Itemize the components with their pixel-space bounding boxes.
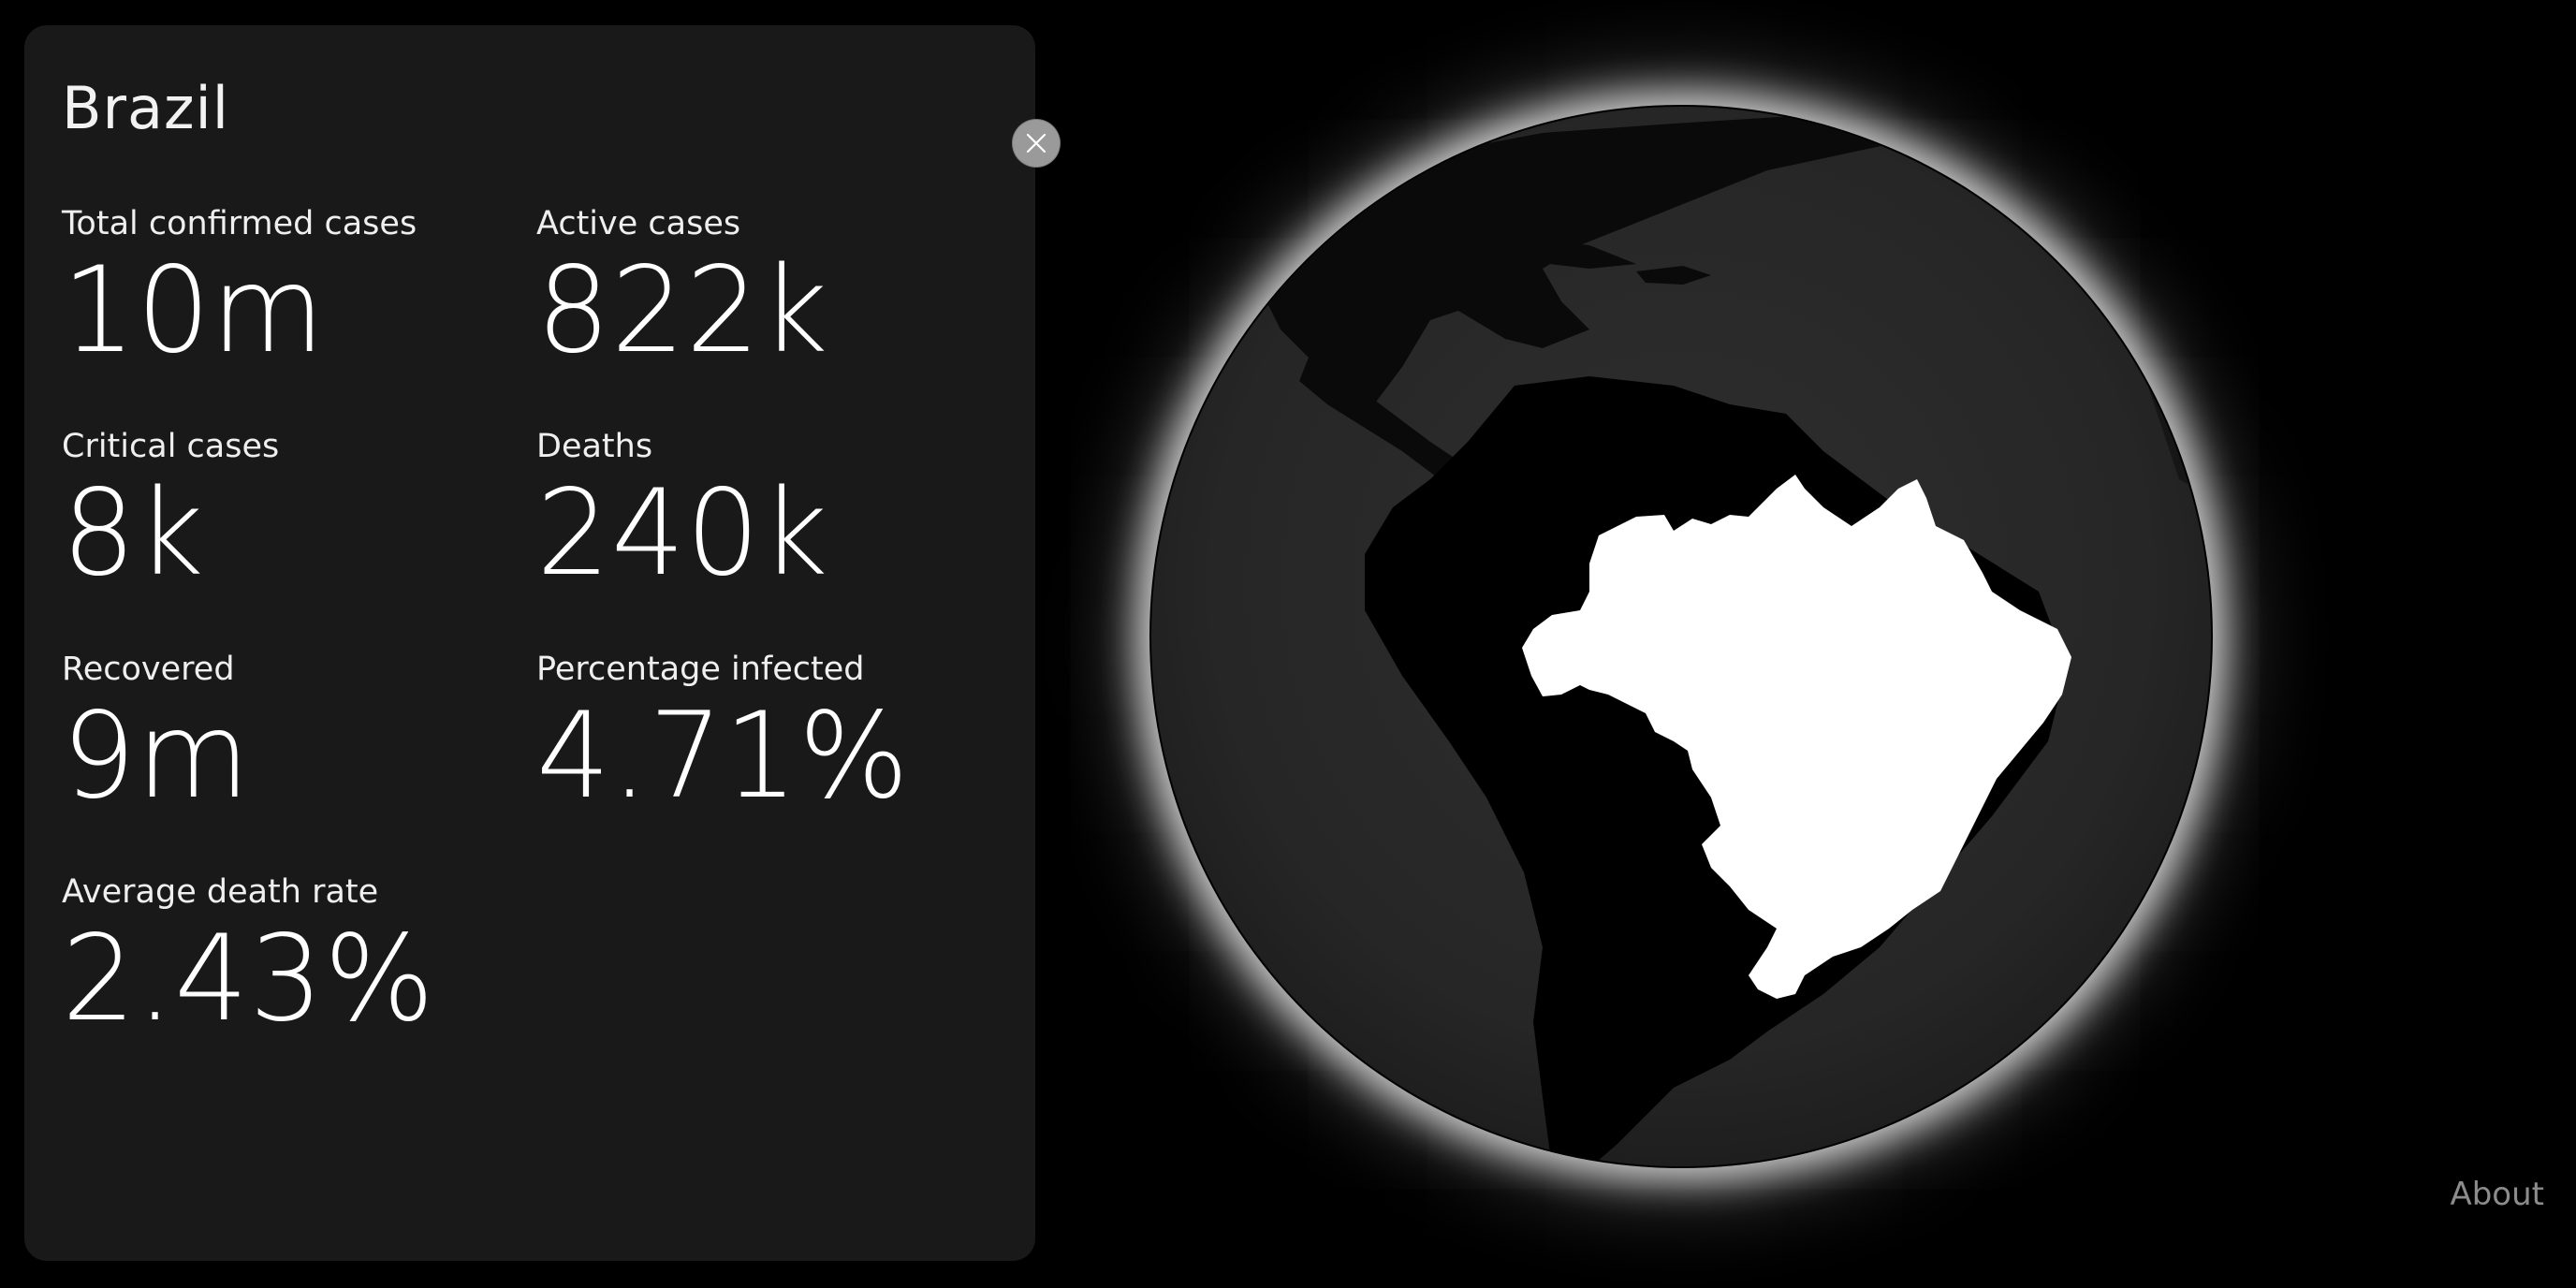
stat-total-confirmed: Total confirmed cases 10m bbox=[62, 205, 417, 380]
globe-map[interactable] bbox=[1149, 105, 2213, 1168]
stat-label: Deaths bbox=[536, 428, 653, 465]
app-stage: Brazil Total confirmed cases 10m Active … bbox=[0, 0, 2576, 1288]
globe[interactable] bbox=[1149, 105, 2213, 1168]
stat-label: Active cases bbox=[536, 205, 741, 242]
stat-value: 240k bbox=[536, 464, 829, 603]
about-link[interactable]: About bbox=[2450, 1176, 2544, 1213]
country-stats-panel: Brazil Total confirmed cases 10m Active … bbox=[24, 25, 1035, 1261]
stat-value: 2.43% bbox=[62, 910, 435, 1048]
stat-average-death-rate: Average death rate 2.43% bbox=[62, 873, 435, 1048]
stat-critical-cases: Critical cases 8k bbox=[62, 428, 280, 603]
stat-value: 822k bbox=[536, 242, 829, 380]
stat-label: Recovered bbox=[62, 651, 235, 688]
country-title: Brazil bbox=[62, 74, 230, 142]
stat-label: Percentage infected bbox=[536, 651, 865, 688]
stat-value: 8k bbox=[62, 464, 205, 603]
stat-label: Critical cases bbox=[62, 428, 280, 465]
stat-recovered: Recovered 9m bbox=[62, 651, 251, 826]
stat-active-cases: Active cases 822k bbox=[536, 205, 829, 380]
close-icon bbox=[1026, 133, 1046, 154]
close-panel-button[interactable] bbox=[1013, 120, 1060, 167]
stat-deaths: Deaths 240k bbox=[536, 428, 829, 603]
stat-value: 9m bbox=[62, 687, 251, 826]
stat-label: Average death rate bbox=[62, 873, 379, 911]
stat-value: 4.71% bbox=[536, 687, 910, 826]
stat-percentage-infected: Percentage infected 4.71% bbox=[536, 651, 910, 826]
stat-label: Total confirmed cases bbox=[62, 205, 417, 242]
stat-value: 10m bbox=[62, 242, 326, 380]
